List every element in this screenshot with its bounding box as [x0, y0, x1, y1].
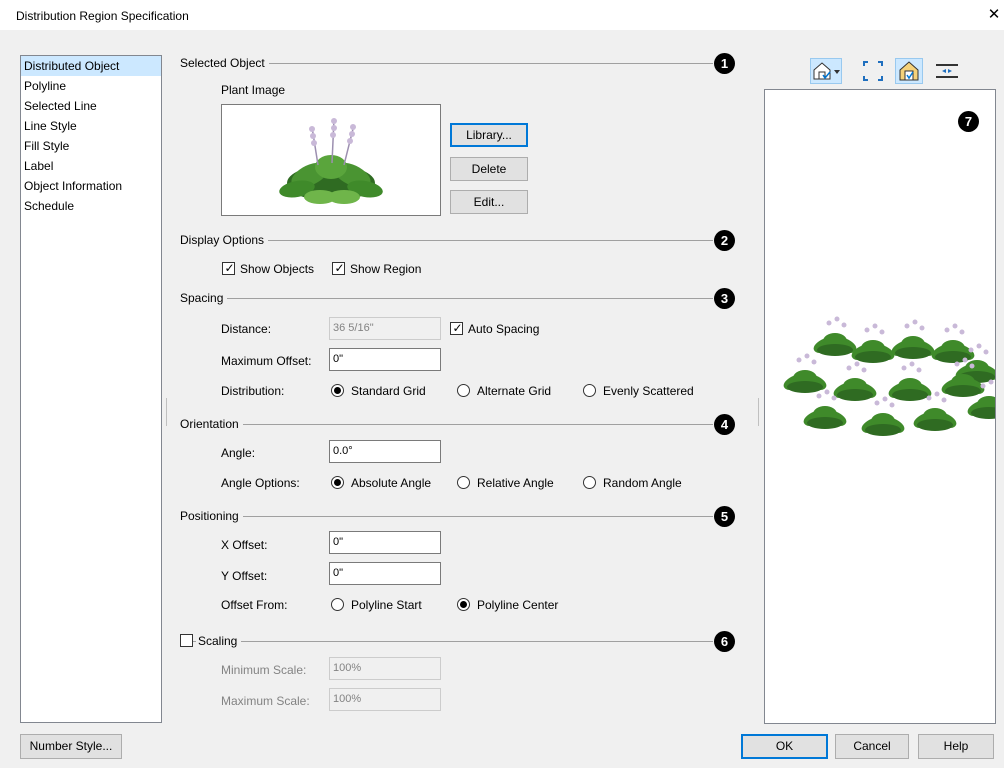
delete-button[interactable]: Delete: [450, 157, 528, 181]
preview-options-icon[interactable]: [933, 58, 961, 84]
preview-plant-icon: [891, 319, 935, 359]
standard-grid-radio[interactable]: [331, 384, 344, 397]
alternate-grid-radio[interactable]: [457, 384, 470, 397]
close-icon[interactable]: ✕: [984, 4, 1004, 26]
preview-plant-icon: [888, 361, 932, 401]
nav-item-fill-style[interactable]: Fill Style: [21, 136, 161, 156]
absolute-angle-radio[interactable]: [331, 476, 344, 489]
show-region-checkbox[interactable]: ✓: [332, 261, 345, 275]
preview-plant-icon: [833, 361, 877, 401]
window-title: Distribution Region Specification: [16, 9, 189, 23]
nav-item-polyline[interactable]: Polyline: [21, 76, 161, 96]
nav-item-distributed-object[interactable]: Distributed Object: [21, 56, 161, 76]
orientation-divider: [180, 424, 713, 425]
distance-label: Distance:: [221, 322, 272, 336]
show-objects-label: Show Objects: [240, 262, 315, 276]
preview-pane[interactable]: [764, 89, 1004, 724]
display-options-title: Display Options: [180, 233, 269, 247]
orientation-title: Orientation: [180, 417, 243, 431]
max-scale-field[interactable]: 100%: [329, 688, 441, 711]
distance-field[interactable]: 36 5/16": [329, 317, 441, 340]
callout-1: 1: [714, 53, 735, 74]
positioning-title: Positioning: [180, 509, 243, 523]
show-region-label: Show Region: [350, 262, 422, 276]
distribution-label: Distribution:: [221, 384, 285, 398]
plant-image-preview: [221, 104, 441, 216]
nav-item-selected-line[interactable]: Selected Line: [21, 96, 161, 116]
cancel-button[interactable]: Cancel: [835, 734, 909, 759]
nav-item-line-style[interactable]: Line Style: [21, 116, 161, 136]
polyline-start-label: Polyline Start: [351, 598, 422, 612]
checkmark-icon: ✓: [334, 261, 345, 275]
preview-plant-icon: [813, 316, 857, 356]
max-offset-field[interactable]: 0": [329, 348, 441, 371]
preview-plant-icon: [931, 323, 975, 363]
scaling-title: Scaling: [196, 634, 242, 648]
scaling-checkbox[interactable]: [180, 634, 193, 647]
angle-label: Angle:: [221, 446, 256, 460]
plant-image-label: Plant Image: [221, 83, 286, 97]
callout-6: 6: [714, 631, 735, 652]
ok-button[interactable]: OK: [741, 734, 828, 759]
view-toggle-icon[interactable]: [895, 58, 923, 84]
auto-spacing-checkbox[interactable]: ✓: [450, 321, 463, 335]
min-scale-field[interactable]: 100%: [329, 657, 441, 680]
polyline-center-radio[interactable]: [457, 598, 470, 611]
nav-item-label[interactable]: Label: [21, 156, 161, 176]
fill-window-icon[interactable]: [861, 58, 885, 84]
x-offset-label: X Offset:: [221, 538, 268, 552]
preview-plant-icon: [783, 353, 827, 393]
callout-7: 7: [958, 111, 979, 132]
x-offset-field[interactable]: 0": [329, 531, 441, 554]
help-button[interactable]: Help: [918, 734, 994, 759]
absolute-angle-label: Absolute Angle: [351, 476, 432, 490]
alternate-grid-label: Alternate Grid: [477, 384, 552, 398]
splitter-handle-right[interactable]: [757, 398, 760, 426]
nav-item-object-information[interactable]: Object Information: [21, 176, 161, 196]
scaling-divider: [180, 641, 713, 642]
callout-2: 2: [714, 230, 735, 251]
display-options-icon[interactable]: [810, 58, 842, 84]
max-scale-label: Maximum Scale:: [221, 694, 310, 708]
callout-4: 4: [714, 414, 735, 435]
relative-angle-radio[interactable]: [457, 476, 470, 489]
y-offset-field[interactable]: 0": [329, 562, 441, 585]
plant-icon: [279, 118, 383, 204]
relative-angle-label: Relative Angle: [477, 476, 554, 490]
preview-plant-icon: [861, 396, 905, 436]
number-style-button[interactable]: Number Style...: [20, 734, 122, 759]
y-offset-label: Y Offset:: [221, 569, 268, 583]
checkmark-icon: ✓: [452, 321, 463, 335]
standard-grid-label: Standard Grid: [351, 384, 426, 398]
selected-object-title: Selected Object: [180, 56, 269, 70]
show-objects-checkbox[interactable]: ✓: [222, 261, 235, 275]
preview-plant-icon: [851, 323, 895, 363]
max-offset-label: Maximum Offset:: [221, 354, 312, 368]
spacing-title: Spacing: [180, 291, 228, 305]
evenly-scattered-label: Evenly Scattered: [603, 384, 694, 398]
title-bar: Distribution Region Specification ✕: [0, 0, 1004, 30]
spacing-divider: [180, 298, 713, 299]
edit-button[interactable]: Edit...: [450, 190, 528, 214]
callout-3: 3: [714, 288, 735, 309]
panel-list: Distributed Object Polyline Selected Lin…: [20, 55, 162, 723]
library-button[interactable]: Library...: [450, 123, 528, 147]
random-angle-radio[interactable]: [583, 476, 596, 489]
evenly-scattered-radio[interactable]: [583, 384, 596, 397]
checkmark-icon: ✓: [224, 261, 235, 275]
angle-field[interactable]: 0.0°: [329, 440, 441, 463]
auto-spacing-label: Auto Spacing: [468, 322, 540, 336]
callout-5: 5: [714, 506, 735, 527]
nav-item-schedule[interactable]: Schedule: [21, 196, 161, 216]
min-scale-label: Minimum Scale:: [221, 663, 307, 677]
angle-options-label: Angle Options:: [221, 476, 300, 490]
polyline-start-radio[interactable]: [331, 598, 344, 611]
splitter-handle-left[interactable]: [165, 398, 168, 426]
random-angle-label: Random Angle: [603, 476, 682, 490]
preview-canvas: [783, 316, 1004, 436]
offset-from-label: Offset From:: [221, 598, 288, 612]
positioning-divider: [180, 516, 713, 517]
polyline-center-label: Polyline Center: [477, 598, 559, 612]
